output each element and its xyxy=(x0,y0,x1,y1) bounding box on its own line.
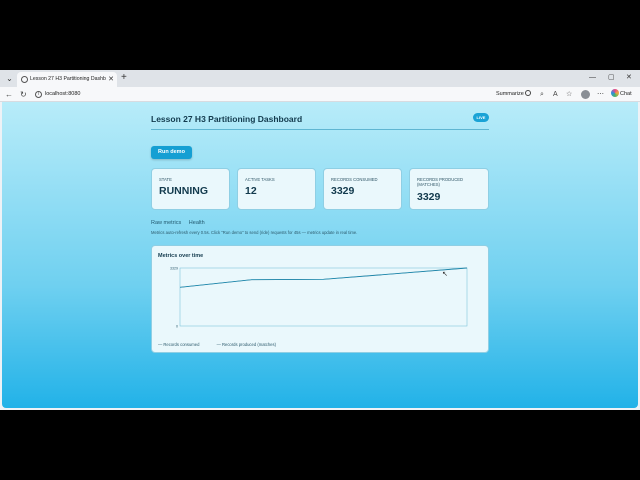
chat-label: Chat xyxy=(620,91,632,97)
page-title: Lesson 27 H3 Partitioning Dashboard xyxy=(151,114,303,124)
card-label: ACTIVE TASKS xyxy=(245,177,275,182)
mouse-cursor-icon: ↖ xyxy=(442,271,448,278)
legend-entry: — Records produced (matches) xyxy=(216,342,276,347)
tab-actions-icon[interactable]: ⌄ xyxy=(4,73,15,84)
health-link[interactable]: Health xyxy=(189,220,205,226)
summarize-icon xyxy=(524,90,531,96)
raw-metrics-link[interactable]: Raw metrics xyxy=(151,220,181,226)
minimize-icon[interactable]: — xyxy=(589,73,596,83)
run-demo-button[interactable]: Run demo xyxy=(151,146,192,159)
copilot-chat-button[interactable]: Chat xyxy=(611,89,632,100)
plot-area xyxy=(179,267,468,327)
reload-icon[interactable]: ↻ xyxy=(20,89,27,100)
globe-icon xyxy=(21,76,28,83)
card-value: 3329 xyxy=(331,185,355,197)
more-icon[interactable]: ⋯ xyxy=(597,90,604,99)
card-label: STATE xyxy=(159,177,172,182)
metrics-links: Raw metrics Health xyxy=(151,220,211,226)
active-tasks-card: ACTIVE TASKS 12 xyxy=(237,168,316,210)
close-tab-icon[interactable]: ✕ xyxy=(108,75,114,84)
metrics-chart: 0 3329 xyxy=(170,267,468,329)
favorite-icon[interactable]: ☆ xyxy=(566,90,572,99)
series-line-0 xyxy=(179,267,468,288)
card-value: 3329 xyxy=(417,191,441,203)
tab-active[interactable]: Lesson 27 H3 Partitioning Dashbo ✕ xyxy=(17,72,117,87)
browser-window: ⌄ Lesson 27 H3 Partitioning Dashbo ✕ + —… xyxy=(0,70,640,410)
dashboard-page: Lesson 27 H3 Partitioning Dashboard LIVE… xyxy=(2,102,638,408)
state-card: STATE RUNNING xyxy=(151,168,230,210)
info-icon[interactable]: i xyxy=(35,91,42,98)
close-window-icon[interactable]: ✕ xyxy=(626,73,632,83)
copilot-icon xyxy=(611,89,619,97)
summarize-label: Summarize xyxy=(496,91,524,97)
tab-strip: ⌄ Lesson 27 H3 Partitioning Dashbo ✕ + —… xyxy=(0,70,640,87)
refresh-note: Metrics auto-refresh every 0.5s. Click "… xyxy=(151,230,358,235)
zoom-icon[interactable]: ⌕ xyxy=(540,90,544,99)
url-field[interactable]: i localhost:8080 xyxy=(32,89,462,100)
read-aloud-icon[interactable]: A xyxy=(553,90,558,99)
maximize-icon[interactable]: ▢ xyxy=(608,73,615,83)
chart-legend: — Records consumed — Records produced (m… xyxy=(158,342,292,347)
card-label: RECORDS PRODUCED (MATCHES) xyxy=(417,177,464,187)
back-icon[interactable]: ← xyxy=(5,89,13,100)
card-value: 12 xyxy=(245,185,257,197)
records-produced-card: RECORDS PRODUCED (MATCHES) 3329 xyxy=(409,168,489,210)
card-value: RUNNING xyxy=(159,185,208,197)
url-text: localhost:8080 xyxy=(45,91,81,97)
series-line-1 xyxy=(179,267,468,288)
address-bar: ← ↻ i localhost:8080 Summarize ⌕ A ☆ ⋯ C… xyxy=(0,87,640,102)
card-label: RECORDS CONSUMED xyxy=(331,177,378,182)
legend-entry: — Records consumed xyxy=(158,342,200,347)
records-consumed-card: RECORDS CONSUMED 3329 xyxy=(323,168,402,210)
profile-avatar[interactable] xyxy=(581,90,590,99)
summarize-button[interactable]: Summarize xyxy=(496,90,531,99)
y-tick-label: 0 xyxy=(176,325,178,329)
live-badge: LIVE xyxy=(473,113,489,122)
new-tab-button[interactable]: + xyxy=(121,72,127,84)
metrics-chart-card: Metrics over time 0 3329 — Records consum… xyxy=(151,245,489,353)
tab-title: Lesson 27 H3 Partitioning Dashbo xyxy=(30,76,106,82)
title-divider xyxy=(151,129,489,130)
y-tick-label: 3329 xyxy=(170,267,178,271)
